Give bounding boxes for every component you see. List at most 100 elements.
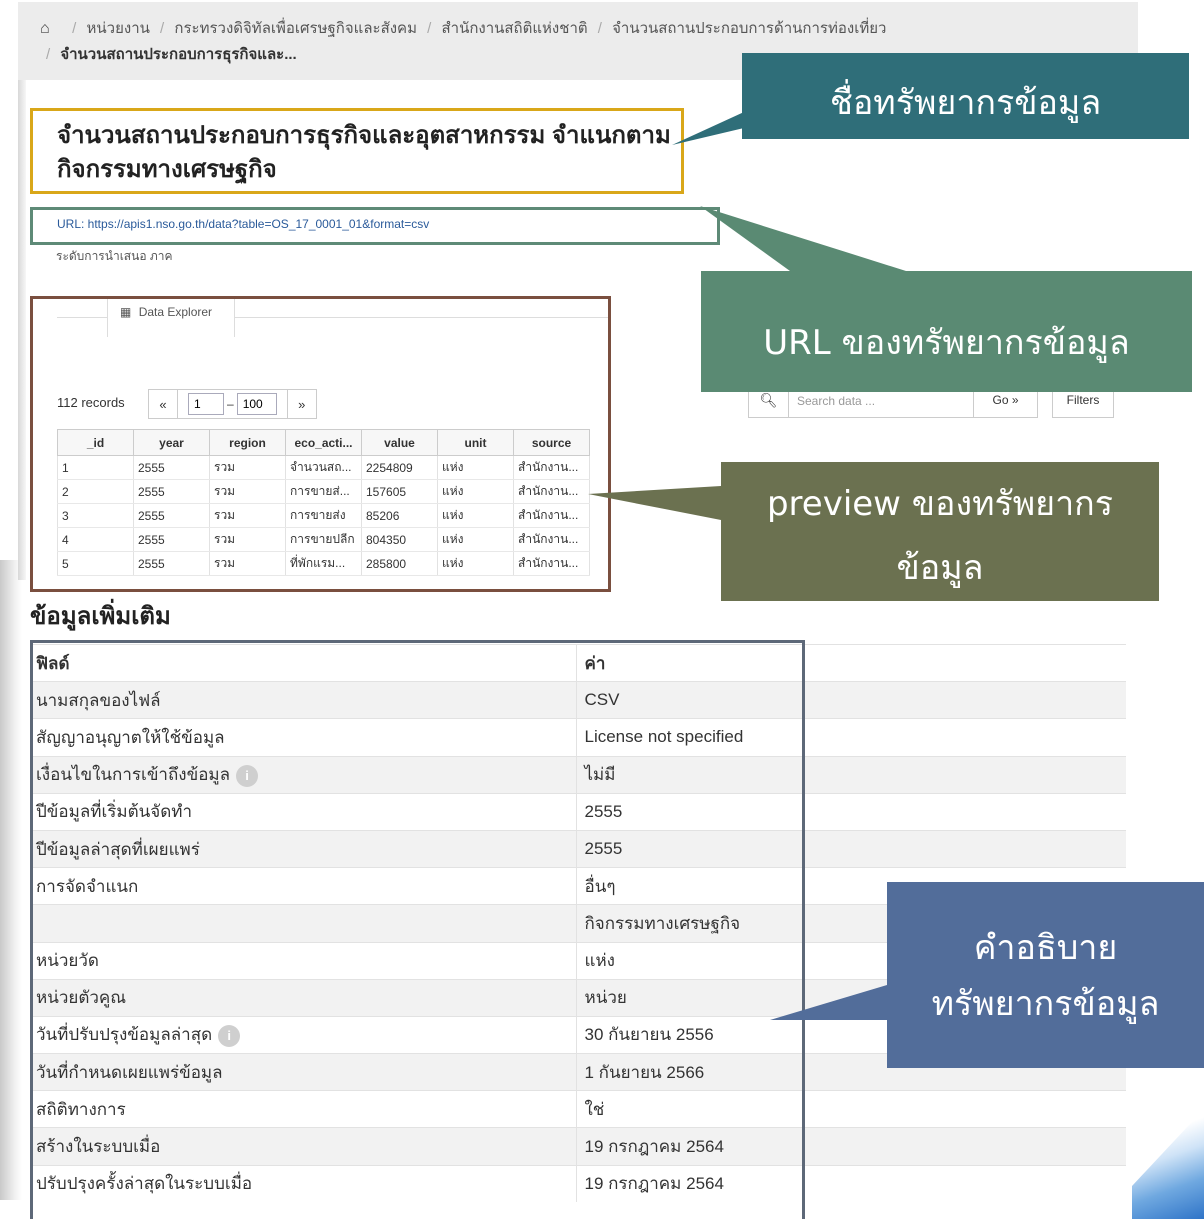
pager-from-input[interactable]	[188, 393, 224, 415]
column-header[interactable]: value	[361, 429, 438, 456]
info-key-cell: ปีข้อมูลล่าสุดที่เผยแพร่	[30, 829, 576, 868]
breadcrumb-item-ministry[interactable]: กระทรวงดิจิทัลเพื่อเศรษฐกิจและสังคม	[174, 20, 417, 37]
table-cell: การขายส่...	[285, 479, 362, 504]
table-cell: รวม	[209, 527, 286, 552]
info-row: ปรับปรุงครั้งล่าสุดในระบบเมื่อ 19 กรกฎาคม…	[30, 1164, 1126, 1203]
table-cell: 157605	[361, 479, 438, 504]
table-cell: 2555	[133, 455, 210, 480]
page-edge-shadow	[0, 560, 22, 1200]
column-header[interactable]: _id	[57, 429, 134, 456]
table-row: 2 2555 รวม การขายส่... 157605 แห่ง สำนักงาน...	[57, 479, 590, 504]
resource-title-line2: กิจกรรมทางเศรษฐกิจ	[57, 156, 277, 183]
pager-dash: –	[227, 397, 234, 411]
info-value: 19 กรกฎาคม 2564	[575, 1127, 1126, 1166]
table-cell: แห่ง	[437, 527, 514, 552]
info-value: CSV	[575, 681, 1126, 719]
info-key-cell: สร้างในระบบเมื่อ	[30, 1127, 576, 1166]
table-cell: รวม	[209, 503, 286, 528]
info-value: 2555	[575, 829, 1126, 868]
table-cell: จำนวนสถ...	[285, 455, 362, 480]
callout-desc-line1: คำอธิบาย	[973, 928, 1118, 968]
pager: « – »	[148, 389, 317, 419]
info-row: นามสกุลของไฟล์ CSV	[30, 681, 1126, 719]
info-key-cell: หน่วยวัด	[30, 941, 576, 980]
info-key-cell: สถิติทางการ	[30, 1090, 576, 1128]
table-cell: สำนักงาน...	[513, 479, 590, 504]
crumb-separator: /	[46, 46, 51, 63]
tab-data-explorer-label: Data Explorer	[138, 305, 213, 319]
info-key: ปีข้อมูลที่เริ่มต้นจัดทำ	[36, 802, 193, 822]
presentation-level: ระดับการนำเสนอ ภาค	[56, 249, 173, 263]
breadcrumb-item-dataset[interactable]: จำนวนสถานประกอบการด้านการท่องเที่ยว	[612, 20, 886, 37]
table-grid-icon: ▦	[120, 305, 132, 319]
info-key: สถิติทางการ	[36, 1099, 126, 1119]
column-header[interactable]: unit	[437, 429, 514, 456]
info-key-cell: ปรับปรุงครั้งล่าสุดในระบบเมื่อ	[30, 1164, 576, 1203]
table-cell: 2555	[133, 551, 210, 576]
table-cell: การขายส่ง	[285, 503, 362, 528]
info-key: หน่วยวัด	[36, 951, 99, 971]
info-value: ไม่มี	[575, 755, 1126, 794]
info-key-cell: ปีข้อมูลที่เริ่มต้นจัดทำ	[30, 792, 576, 831]
info-key: วันที่กำหนดเผยแพร่ข้อมูล	[36, 1062, 223, 1082]
info-key: วันที่ปรับปรุงข้อมูลล่าสุด	[36, 1025, 213, 1045]
info-value: 2555	[575, 792, 1126, 831]
callout-resource-url: URL ของทรัพยากรข้อมูล	[701, 271, 1192, 392]
tab-data-explorer[interactable]: ▦ Data Explorer	[107, 299, 235, 337]
info-icon[interactable]: i	[236, 764, 259, 787]
resource-title-frame: จำนวนสถานประกอบการธุรกิจและอุตสาหกรรม จำ…	[30, 108, 684, 194]
table-cell: แห่ง	[437, 479, 514, 504]
pager-to-input[interactable]	[236, 393, 277, 415]
info-key-cell: นามสกุลของไฟล์	[30, 681, 576, 719]
info-key-cell: วันที่ปรับปรุงข้อมูลล่าสุด i	[30, 1015, 576, 1054]
records-count: 112 records	[57, 395, 125, 410]
breadcrumb-item-agencies[interactable]: หน่วยงาน	[87, 20, 150, 37]
info-row: เงื่อนไขในการเข้าถึงข้อมูล i ไม่มี	[30, 755, 1126, 794]
table-cell: 2555	[133, 527, 210, 552]
table-cell: 285800	[361, 551, 438, 576]
table-cell: 804350	[361, 527, 438, 552]
info-key-cell: หน่วยตัวคูณ	[30, 978, 576, 1017]
table-cell: 4	[57, 527, 134, 552]
crumb-separator: /	[427, 20, 432, 37]
data-explorer-frame: ▦ Data Explorer 112 records « – » _id ye…	[30, 296, 611, 592]
home-icon[interactable]: ⌂	[40, 16, 56, 42]
pointer-url	[700, 206, 906, 271]
column-header[interactable]: year	[133, 429, 210, 456]
info-value: ค่า	[575, 643, 1126, 682]
table-row: 3 2555 รวม การขายส่ง 85206 แห่ง สำนักงาน...	[57, 503, 590, 528]
info-row: สถิติทางการ ใช่	[30, 1090, 1126, 1128]
table-cell: สำนักงาน...	[513, 551, 590, 576]
info-icon[interactable]: i	[218, 1024, 241, 1047]
table-row: 1 2555 รวม จำนวนสถ... 2254809 แห่ง สำนักงาน...	[57, 455, 590, 480]
info-value: 19 กรกฎาคม 2564	[575, 1164, 1126, 1203]
table-cell: แห่ง	[437, 503, 514, 528]
pager-next-button[interactable]: »	[286, 389, 317, 419]
info-key-cell: เงื่อนไขในการเข้าถึงข้อมูล i	[30, 755, 576, 794]
info-value: License not specified	[575, 718, 1126, 757]
callout-preview-line1: preview ของทรัพยากร	[766, 484, 1114, 524]
resource-url-link[interactable]: URL: https://apis1.nso.go.th/data?table=…	[57, 217, 429, 231]
info-key: การจัดจำแนก	[36, 876, 139, 896]
pager-prev-button[interactable]: «	[148, 389, 178, 419]
table-cell: รวม	[209, 479, 286, 504]
table-cell: สำนักงาน...	[513, 455, 590, 480]
callout-desc-line2: ทรัพยากรข้อมูล	[931, 984, 1160, 1024]
callout-resource-name: ชื่อทรัพยากรข้อมูล	[742, 53, 1189, 139]
info-key-cell: สัญญาอนุญาตให้ใช้ข้อมูล	[30, 718, 576, 757]
info-row: ฟิลด์ ค่า	[30, 643, 1126, 682]
info-key: ฟิลด์	[36, 653, 70, 673]
table-row: 4 2555 รวม การขายปลีก 804350 แห่ง สำนักงาน...	[57, 527, 590, 552]
preview-header-row: _id year region eco_acti... value unit s…	[57, 429, 590, 456]
info-key: นามสกุลของไฟล์	[36, 690, 161, 710]
column-header[interactable]: eco_acti...	[285, 429, 362, 456]
resource-url-frame: URL: https://apis1.nso.go.th/data?table=…	[30, 207, 720, 245]
breadcrumb-current: จำนวนสถานประกอบการธุรกิจและ...	[60, 46, 297, 63]
column-header[interactable]: region	[209, 429, 286, 456]
table-cell: สำนักงาน...	[513, 527, 590, 552]
info-key: ปีข้อมูลล่าสุดที่เผยแพร่	[36, 839, 200, 859]
info-key-cell	[30, 904, 576, 942]
column-header[interactable]: source	[513, 429, 590, 456]
table-cell: 2	[57, 479, 134, 504]
breadcrumb-item-nso[interactable]: สำนักงานสถิติแห่งชาติ	[441, 20, 587, 37]
